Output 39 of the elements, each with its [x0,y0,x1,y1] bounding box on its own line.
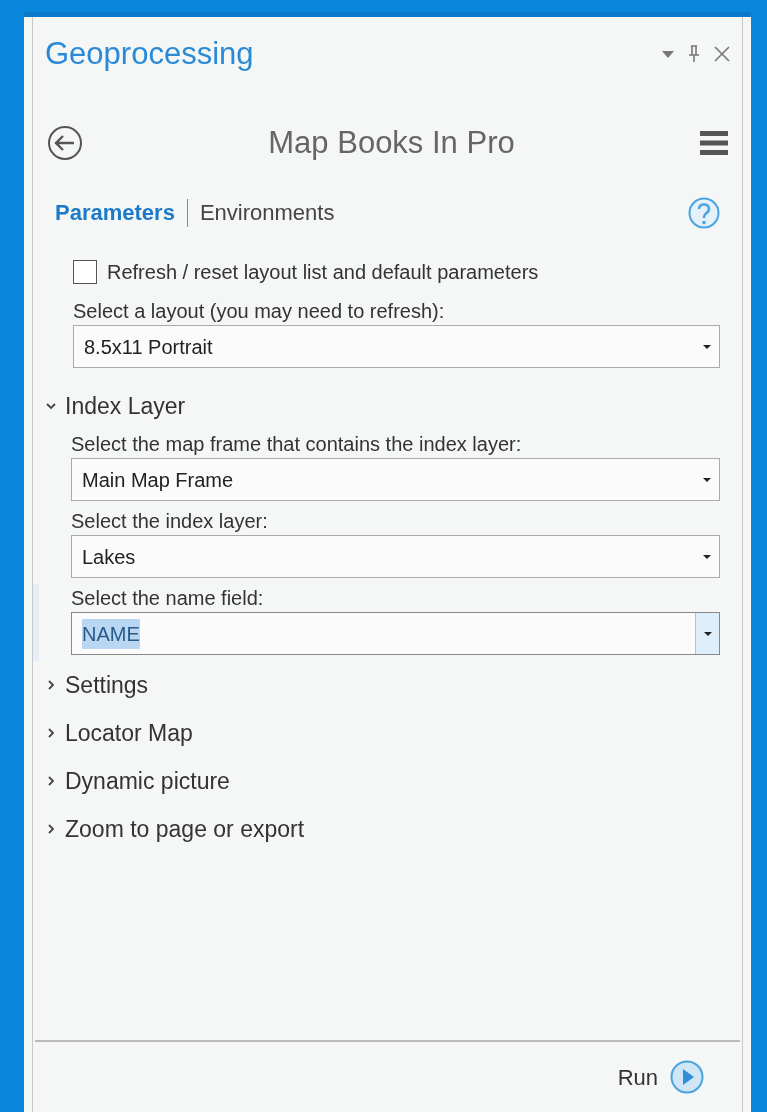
close-icon[interactable] [714,46,730,63]
section-header[interactable]: Settings [33,661,742,709]
run-button[interactable]: Run [617,1060,704,1094]
dropdown-field[interactable]: Lakes [71,535,720,578]
menu-icon[interactable] [700,129,728,156]
caret-icon [702,630,713,637]
dropdown-icon[interactable] [662,50,674,58]
chevron-icon [45,775,57,787]
tool-title: Map Books In Pro [267,123,516,162]
pane-title: Geoprocessing [45,35,254,73]
chevron-icon [45,823,57,835]
back-icon[interactable] [47,124,83,161]
dropdown-value: Main Map Frame [82,467,234,493]
dropdown-value: Lakes [82,544,136,570]
section-header[interactable]: Index Layer [33,382,742,430]
checkbox[interactable] [73,260,97,284]
field-label: Select the index layer: [71,509,269,534]
field-label: Select the name field: [71,586,265,611]
chevron-icon [45,679,57,691]
checkbox-label: Refresh / reset layout list and default parameters [107,260,539,285]
pin-icon[interactable] [688,45,700,64]
section-header[interactable]: Locator Map [33,709,742,757]
tab[interactable]: Environments [199,196,335,229]
field-label: Select a layout (you may need to refresh): [73,299,446,324]
chevron-icon [45,727,57,739]
section-header[interactable]: Dynamic picture [33,757,742,805]
chevron-icon [45,400,57,412]
help-icon[interactable] [688,196,720,229]
dropdown-value: 8.5x11 Portrait [84,334,213,360]
section-header[interactable]: Zoom to page or export [33,805,742,853]
field-label: Select the map frame that contains the index layer: [71,432,523,457]
dropdown-field[interactable]: 8.5x11 Portrait [73,325,720,368]
tab[interactable]: Parameters [55,196,175,229]
dropdown-field[interactable]: NAME [71,612,720,655]
dropdown-value: NAME [82,618,140,649]
caret-icon [702,553,712,560]
caret-icon [702,476,712,483]
caret-icon [702,343,712,350]
dropdown-field[interactable]: Main Map Frame [71,458,720,501]
